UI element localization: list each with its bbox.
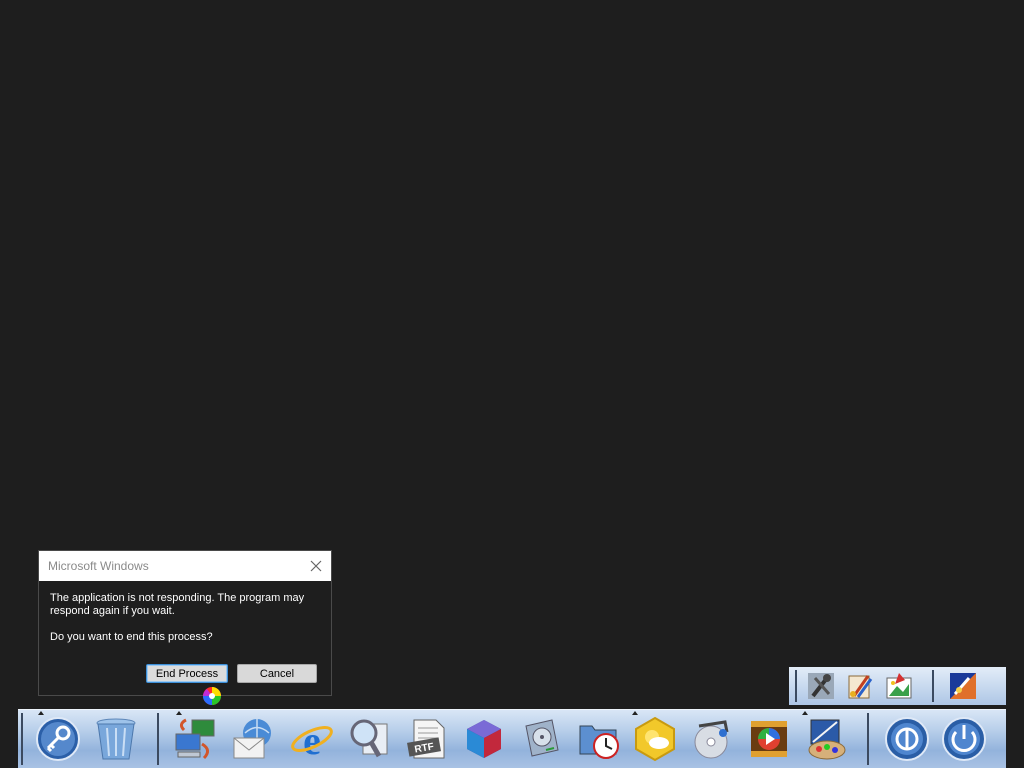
recycle-bin-icon [96,718,136,760]
dock-item-3d[interactable] [459,713,509,765]
magnifier-icon [350,719,388,758]
dock-item-internet-explorer[interactable]: e [287,713,337,765]
svg-text:e: e [303,718,321,762]
dialog-message: The application is not responding. The p… [50,592,305,617]
3d-cube-icon [467,720,501,758]
dock-separator [157,713,159,765]
dock-item-search[interactable] [345,713,395,765]
rtf-document-icon: RTF [407,719,445,759]
running-indicator [176,711,182,715]
tray-separator [932,670,934,702]
tools-icon [808,673,834,699]
key-icon [36,717,80,761]
folder-clock-icon [579,725,619,759]
busy-cursor-icon [203,687,221,705]
dock-item-folder-clock[interactable] [574,713,624,765]
close-icon [310,560,322,572]
art-app-icon [950,673,976,699]
running-indicator [632,711,638,715]
dock-item-power[interactable] [939,713,989,765]
weather-icon [635,716,675,762]
internet-explorer-icon: e [291,718,333,762]
hard-drive-icon [525,719,559,757]
cancel-button[interactable]: Cancel [237,664,317,683]
dock-separator [21,713,23,765]
network-computers-icon [175,718,215,760]
dock-separator [867,713,869,765]
dock-item-rtf[interactable]: RTF [402,713,452,765]
running-indicator [802,711,808,715]
picture-editor-icon [886,673,912,699]
dock-item-recycle-bin[interactable] [91,713,141,765]
dock-item-key[interactable] [33,713,83,765]
dialog-title-bar: Microsoft Windows [39,551,331,581]
mini-dock-tray [789,667,1006,705]
dialog-question: Do you want to end this process? [50,631,213,643]
dock-item-logoff[interactable] [882,713,932,765]
dock-item-weather[interactable] [630,713,680,765]
tray-item-tools[interactable] [804,669,838,703]
dock-item-media[interactable] [687,713,737,765]
tray-item-art[interactable] [946,669,980,703]
dock-item-drive[interactable] [516,713,566,765]
dock-item-mail[interactable] [228,713,278,765]
dock-item-network[interactable] [170,713,220,765]
running-indicator [38,711,44,715]
globe-mail-icon [233,719,271,759]
dock-item-video[interactable] [744,713,794,765]
dialog-title: Microsoft Windows [48,559,149,573]
tray-item-picture[interactable] [882,669,916,703]
paint-brushes-icon [848,675,873,699]
tray-item-brushes[interactable] [843,669,877,703]
close-button[interactable] [307,557,325,575]
tray-separator [795,670,797,702]
end-process-button[interactable]: End Process [146,664,228,683]
dock-item-paint[interactable] [801,713,851,765]
dock-bar: e RTF [18,709,1006,768]
video-player-icon [751,721,787,757]
media-disc-icon [694,720,729,759]
power-icon [942,717,986,761]
paint-palette-icon [808,719,846,760]
not-responding-dialog: Microsoft Windows The application is not… [38,550,332,696]
logoff-icon [885,717,929,761]
